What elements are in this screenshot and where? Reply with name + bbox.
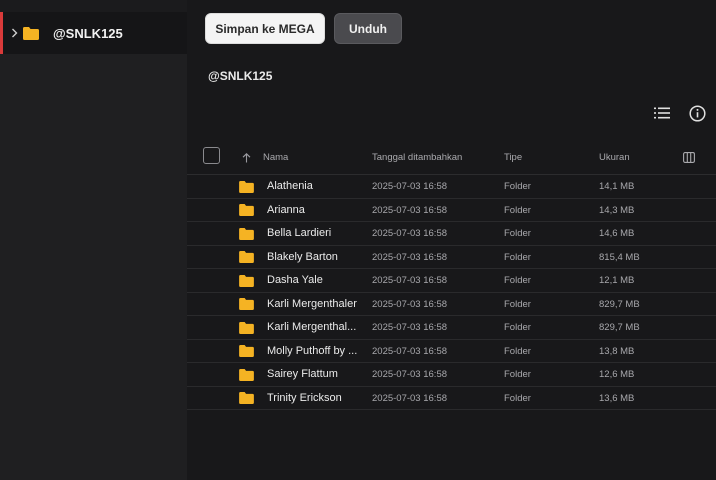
folder-icon [239, 363, 255, 386]
folder-icon [239, 340, 255, 363]
folder-icon [239, 387, 255, 410]
page-title: @SNLK125 [208, 69, 273, 83]
chevron-right-icon[interactable] [8, 28, 20, 38]
table-row[interactable]: Trinity Erickson 2025-07-03 16:58 Folder… [187, 387, 716, 410]
save-to-mega-button[interactable]: Simpan ke MEGA [205, 13, 325, 44]
sidebar-item-label: @SNLK125 [53, 25, 123, 41]
row-name[interactable]: Sairey Flattum [267, 363, 361, 386]
table-row[interactable]: Alathenia 2025-07-03 16:58 Folder 14,1 M… [187, 175, 716, 199]
list-view-icon[interactable] [653, 104, 671, 122]
table-row[interactable]: Molly Puthoff by ... 2025-07-03 16:58 Fo… [187, 340, 716, 363]
row-type: Folder [504, 369, 531, 380]
folder-icon [239, 269, 255, 292]
row-size: 12,6 MB [599, 369, 635, 380]
table-row[interactable]: Karli Mergenthaler 2025-07-03 16:58 Fold… [187, 293, 716, 316]
row-type: Folder [504, 181, 531, 192]
row-size: 14,1 MB [599, 181, 635, 192]
row-date-added: 2025-07-03 16:58 [372, 392, 448, 404]
row-date-added: 2025-07-03 16:58 [372, 181, 448, 192]
row-date-added: 2025-07-03 16:58 [372, 204, 448, 216]
table-row[interactable]: Bella Lardieri 2025-07-03 16:58 Folder 1… [187, 222, 716, 246]
row-date-added: 2025-07-03 16:58 [372, 251, 448, 263]
column-header-size[interactable]: Ukuran [599, 140, 630, 175]
row-date-added: 2025-07-03 16:58 [372, 369, 448, 380]
table-row[interactable]: Blakely Barton 2025-07-03 16:58 Folder 8… [187, 246, 716, 269]
table-row[interactable]: Karli Mergenthal... 2025-07-03 16:58 Fol… [187, 316, 716, 340]
row-size: 829,7 MB [599, 322, 640, 333]
row-size: 14,6 MB [599, 228, 635, 239]
table-header: Nama Tanggal ditambahkan Tipe Ukuran [187, 140, 716, 175]
row-name[interactable]: Bella Lardieri [267, 222, 361, 245]
folder-icon [239, 316, 255, 339]
table-row[interactable]: Sairey Flattum 2025-07-03 16:58 Folder 1… [187, 363, 716, 387]
row-name[interactable]: Blakely Barton [267, 246, 361, 269]
row-type: Folder [504, 345, 531, 357]
row-size: 829,7 MB [599, 298, 640, 310]
row-type: Folder [504, 251, 531, 263]
column-header-name[interactable]: Nama [263, 140, 288, 175]
sort-arrow-up-icon[interactable] [242, 140, 252, 175]
row-size: 815,4 MB [599, 251, 640, 263]
row-name[interactable]: Karli Mergenthal... [267, 316, 361, 339]
folder-icon [239, 175, 255, 198]
row-type: Folder [504, 392, 531, 404]
column-header-date[interactable]: Tanggal ditambahkan [372, 140, 462, 175]
file-table: Nama Tanggal ditambahkan Tipe Ukuran Ala… [187, 140, 716, 410]
info-icon[interactable] [688, 104, 706, 122]
sidebar-top-strip [0, 0, 187, 12]
row-size: 13,6 MB [599, 392, 635, 404]
folder-icon [239, 293, 255, 316]
columns-settings-icon[interactable] [683, 140, 695, 175]
folder-icon [239, 199, 255, 222]
row-date-added: 2025-07-03 16:58 [372, 228, 448, 239]
row-type: Folder [504, 275, 531, 286]
folder-icon [239, 246, 255, 269]
row-name[interactable]: Molly Puthoff by ... [267, 340, 361, 363]
table-body: Alathenia 2025-07-03 16:58 Folder 14,1 M… [187, 175, 716, 410]
row-date-added: 2025-07-03 16:58 [372, 322, 448, 333]
row-type: Folder [504, 204, 531, 216]
row-size: 12,1 MB [599, 275, 635, 286]
row-type: Folder [504, 228, 531, 239]
row-name[interactable]: Arianna [267, 199, 361, 222]
main-panel: Simpan ke MEGA Unduh @SNLK125 Nama Tangg… [187, 0, 716, 480]
row-name[interactable]: Dasha Yale [267, 269, 361, 292]
row-date-added: 2025-07-03 16:58 [372, 298, 448, 310]
row-name[interactable]: Karli Mergenthaler [267, 293, 361, 316]
folder-icon [23, 26, 39, 40]
row-name[interactable]: Alathenia [267, 175, 361, 198]
column-header-type[interactable]: Tipe [504, 140, 522, 175]
table-row[interactable]: Dasha Yale 2025-07-03 16:58 Folder 12,1 … [187, 269, 716, 293]
row-name[interactable]: Trinity Erickson [267, 387, 361, 410]
row-type: Folder [504, 298, 531, 310]
select-all-checkbox[interactable] [203, 147, 220, 164]
sidebar: @SNLK125 [0, 0, 187, 480]
table-row[interactable]: Arianna 2025-07-03 16:58 Folder 14,3 MB [187, 199, 716, 222]
row-size: 13,8 MB [599, 345, 635, 357]
folder-icon [239, 222, 255, 245]
sidebar-item-snlk125[interactable]: @SNLK125 [0, 12, 187, 54]
download-button[interactable]: Unduh [334, 13, 402, 44]
row-size: 14,3 MB [599, 204, 635, 216]
row-type: Folder [504, 322, 531, 333]
row-date-added: 2025-07-03 16:58 [372, 345, 448, 357]
row-date-added: 2025-07-03 16:58 [372, 275, 448, 286]
